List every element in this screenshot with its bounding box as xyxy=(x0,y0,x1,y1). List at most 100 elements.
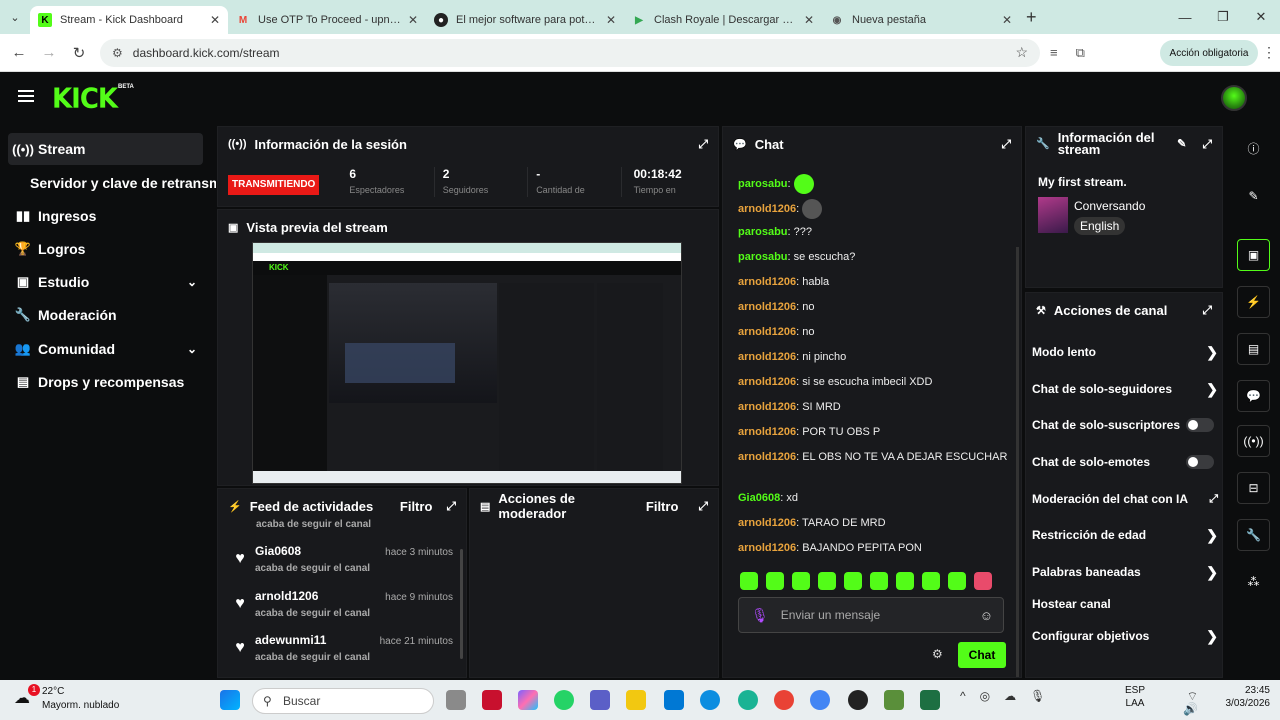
new-tab-icon[interactable]: + xyxy=(1026,7,1037,28)
filter-button[interactable]: Filtro xyxy=(646,499,679,514)
site-info-icon[interactable]: ⚙ xyxy=(112,46,123,60)
menu-icon[interactable] xyxy=(18,90,34,102)
action-goals[interactable]: Configurar objetivos ❯ xyxy=(1032,624,1218,648)
send-chat-button[interactable]: Chat xyxy=(958,642,1006,668)
chat-username[interactable]: arnold1206 xyxy=(738,401,796,413)
teams-icon[interactable] xyxy=(590,690,610,710)
edit-pencil-icon[interactable]: ✎ xyxy=(1237,180,1270,212)
excel-icon[interactable] xyxy=(920,690,940,710)
file-explorer-icon[interactable] xyxy=(626,690,646,710)
chat-username[interactable]: Gia0608 xyxy=(738,492,780,504)
chat-username[interactable]: parosabu xyxy=(738,226,788,238)
emote-icon[interactable] xyxy=(870,572,888,590)
emote-icon[interactable] xyxy=(792,572,810,590)
action-ai-moderation[interactable]: Moderación del chat con IA ⤢ xyxy=(1032,487,1218,511)
emote-icon[interactable] xyxy=(740,572,758,590)
preview-toggle-icon[interactable]: ▣ xyxy=(1237,239,1270,271)
close-icon[interactable]: ✕ xyxy=(804,13,814,27)
document-icon[interactable]: ▤ xyxy=(1237,333,1270,365)
feed-user[interactable]: adewunmi11 xyxy=(255,633,370,647)
game-icon[interactable] xyxy=(884,690,904,710)
chat-username[interactable]: arnold1206 xyxy=(738,203,796,215)
minimize-icon[interactable]: — xyxy=(1166,10,1204,25)
chrome-alt-icon[interactable] xyxy=(774,690,794,710)
chat-username[interactable]: arnold1206 xyxy=(738,426,796,438)
close-icon[interactable]: ✕ xyxy=(606,13,616,27)
edge-icon[interactable] xyxy=(700,690,720,710)
filter-button[interactable]: Filtro xyxy=(400,499,433,514)
reload-icon[interactable]: ↻ xyxy=(64,44,94,62)
close-icon[interactable]: ✕ xyxy=(408,13,418,27)
tab-clash-royale[interactable]: ▶ Clash Royale | Descargar y juga ✕ xyxy=(624,6,822,34)
emote-icon[interactable] xyxy=(948,572,966,590)
close-icon[interactable]: ✕ xyxy=(210,13,220,27)
action-slow-mode[interactable]: Modo lento ❯ xyxy=(1032,340,1218,364)
sidebar-item-estudio[interactable]: ▣ Estudio ⌄ xyxy=(8,266,203,298)
kick-logo[interactable]: KICK xyxy=(52,83,118,115)
chat-scrollbar[interactable] xyxy=(1016,247,1019,677)
weather-widget[interactable]: ☁ 1 22°C Mayorm. nublado xyxy=(14,684,144,716)
edit-pencil-icon[interactable]: ✎ xyxy=(1177,138,1186,150)
tab-obs[interactable]: ● El mejor software para potencia ✕ xyxy=(426,6,624,34)
feed-user[interactable]: arnold1206 xyxy=(255,589,370,603)
url-field[interactable]: ⚙ dashboard.kick.com/stream ☆ xyxy=(100,38,1040,67)
language-indicator[interactable]: ESP LAA xyxy=(1120,684,1150,710)
shapes-icon[interactable]: ⁂ xyxy=(1237,566,1270,598)
chat-username[interactable]: arnold1206 xyxy=(738,517,796,529)
tab-list-icon[interactable]: ⌄ xyxy=(0,11,30,24)
extensions-icon[interactable]: ⧉ xyxy=(1076,45,1085,61)
action-banned-words[interactable]: Palabras baneadas ❯ xyxy=(1032,560,1218,584)
sidebar-item-ingresos[interactable]: ▮▮ Ingresos xyxy=(8,200,203,232)
chat-username[interactable]: parosabu xyxy=(738,251,788,263)
emote-icon[interactable] xyxy=(844,572,862,590)
emotes-only-toggle[interactable] xyxy=(1186,455,1214,469)
tab-new[interactable]: ◉ Nueva pestaña ✕ xyxy=(822,6,1020,34)
chat-username[interactable]: arnold1206 xyxy=(738,326,796,338)
expand-icon[interactable]: ⤢ xyxy=(698,499,708,514)
lightning-icon[interactable]: ⚡ xyxy=(1237,286,1270,318)
emote-icon[interactable] xyxy=(766,572,784,590)
chat-username[interactable]: arnold1206 xyxy=(738,276,796,288)
task-view-icon[interactable] xyxy=(446,690,466,710)
emote-icon[interactable] xyxy=(922,572,940,590)
window-close-icon[interactable]: ✕ xyxy=(1242,9,1280,25)
emote-icon[interactable] xyxy=(818,572,836,590)
chat-username[interactable]: arnold1206 xyxy=(738,542,796,554)
feed-user[interactable]: Gia0608 xyxy=(255,544,370,558)
clock[interactable]: 23:45 3/03/2026 xyxy=(1210,684,1271,710)
network-volume-icons[interactable]: ⌔🔊 xyxy=(1183,690,1204,716)
chat-input[interactable]: 🎙 Enviar un mensaje ☺ xyxy=(738,597,1004,633)
chat-username[interactable]: arnold1206 xyxy=(738,451,796,463)
microphone-icon[interactable]: 🎙 xyxy=(751,607,769,624)
back-icon[interactable]: ← xyxy=(4,44,34,61)
taskbar-search[interactable]: ⚲ Buscar xyxy=(252,688,434,714)
close-icon[interactable]: ✕ xyxy=(1002,13,1012,27)
chat-username[interactable]: arnold1206 xyxy=(738,376,796,388)
tab-gmail[interactable]: M Use OTP To Proceed - upn.aci@ ✕ xyxy=(228,6,426,34)
sidebar-item-stream[interactable]: ((•)) Stream xyxy=(8,133,203,165)
info-icon[interactable]: ⓘ xyxy=(1237,132,1270,164)
expand-icon[interactable]: ⤢ xyxy=(1202,303,1212,318)
stream-preview-video[interactable]: KICK xyxy=(252,242,682,484)
bookmark-star-icon[interactable]: ☆ xyxy=(1015,44,1028,61)
chat-username[interactable]: arnold1206 xyxy=(738,351,796,363)
layout-icon[interactable]: ⊟ xyxy=(1237,472,1270,504)
maximize-icon[interactable]: ❐ xyxy=(1204,9,1242,25)
app-icon[interactable] xyxy=(738,690,758,710)
sidebar-item-logros[interactable]: 🏆 Logros xyxy=(8,233,203,265)
forward-icon[interactable]: → xyxy=(34,44,64,61)
action-required-button[interactable]: Acción obligatoria xyxy=(1160,40,1258,66)
copilot-icon[interactable] xyxy=(518,690,538,710)
expand-icon[interactable]: ⤢ xyxy=(1202,138,1212,150)
emote-icon[interactable] xyxy=(896,572,914,590)
stream-category[interactable]: Conversando xyxy=(1074,199,1145,213)
whatsapp-icon[interactable] xyxy=(554,690,574,710)
sidebar-item-comunidad[interactable]: 👥 Comunidad ⌄ xyxy=(8,333,203,365)
subscribers-only-toggle[interactable] xyxy=(1186,418,1214,432)
obs-icon[interactable] xyxy=(848,690,868,710)
emoji-icon[interactable]: ☺ xyxy=(980,608,993,623)
expand-icon[interactable]: ⤢ xyxy=(698,137,708,152)
sidebar-item-server-key[interactable]: Servidor y clave de retransm xyxy=(30,167,216,199)
action-host-channel[interactable]: Hostear canal xyxy=(1032,592,1218,616)
chat-bubble-icon[interactable]: 💬 xyxy=(1237,380,1270,412)
